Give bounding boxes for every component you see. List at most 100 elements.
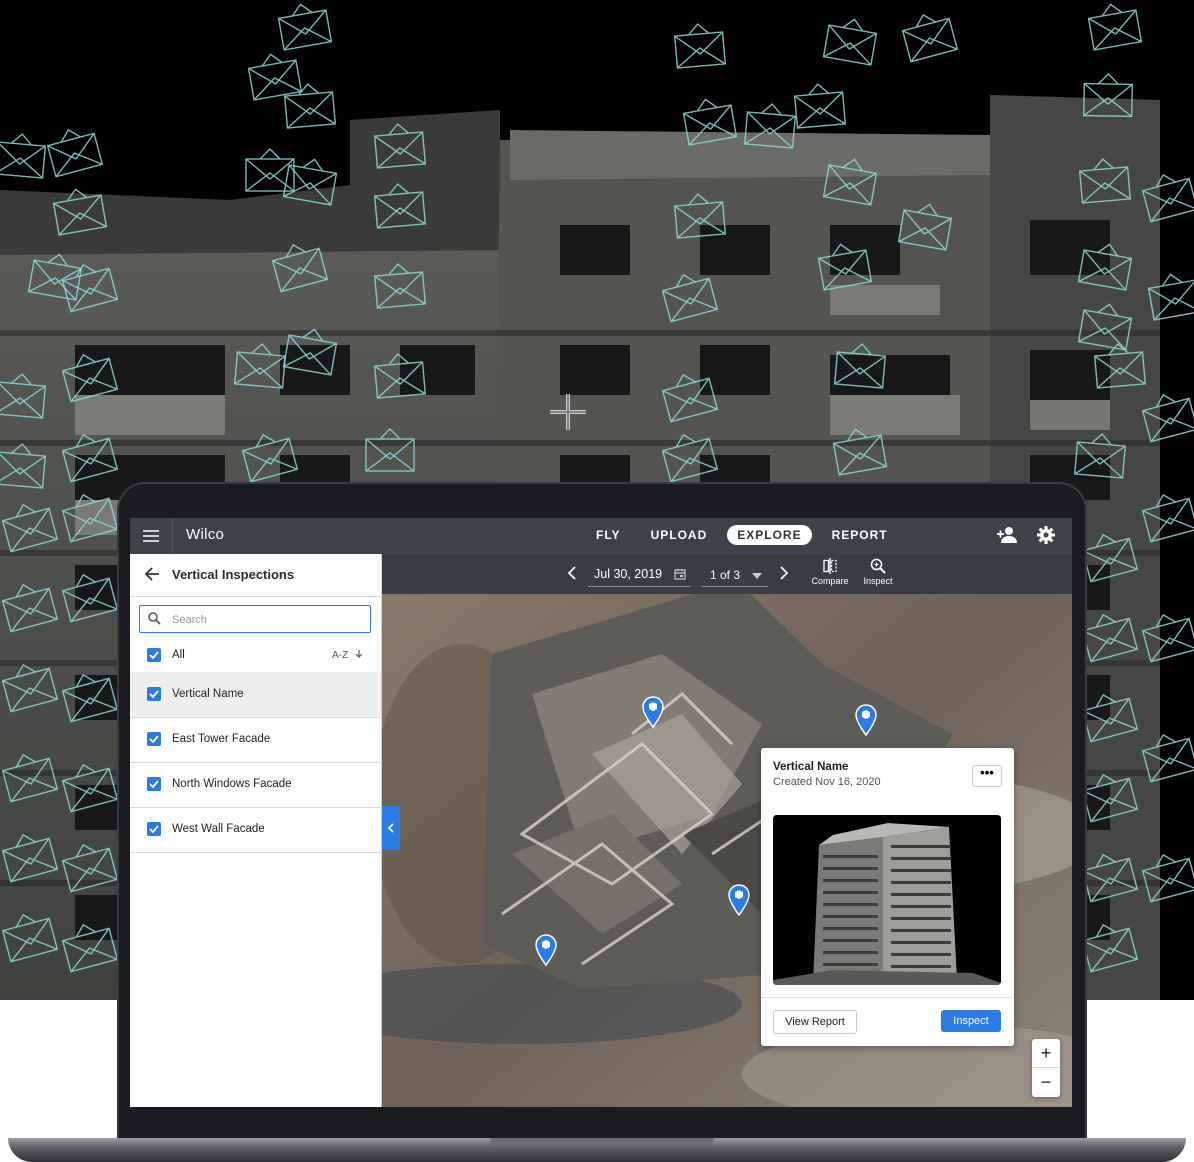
map-pin-icon[interactable] xyxy=(641,696,665,728)
camera-frustum-icon xyxy=(373,123,427,169)
camera-frustum-icon xyxy=(1141,853,1194,903)
chevron-left-icon[interactable] xyxy=(566,566,578,580)
checkbox-check-icon xyxy=(149,651,159,660)
checkbox-check-icon xyxy=(149,735,159,744)
camera-frustum-icon xyxy=(1,583,59,633)
list-item[interactable]: West Wall Facade xyxy=(130,807,381,853)
list-item-label: North Windows Facade xyxy=(172,778,292,790)
map-pin-icon[interactable] xyxy=(854,704,878,736)
camera-frustum-icon xyxy=(1087,3,1143,51)
camera-frustum-icon xyxy=(373,263,427,309)
compare-icon xyxy=(823,558,837,574)
compare-button[interactable]: Compare xyxy=(810,558,850,586)
camera-frustum-icon xyxy=(247,53,303,101)
facade-thumbnail xyxy=(773,815,1001,985)
app-name: Wilco xyxy=(186,526,225,543)
app-screen: Wilco FLY UPLOAD EXPLORE REPORT Vertical… xyxy=(130,518,1072,1107)
camera-frustum-icon xyxy=(61,923,119,973)
inspect-icon xyxy=(870,558,886,574)
camera-frustum-icon xyxy=(1081,923,1139,973)
inspection-card: Vertical Name Created Nov 16, 2020 ••• V xyxy=(761,748,1014,1046)
more-options-button[interactable]: ••• xyxy=(972,765,1002,787)
camera-frustum-icon xyxy=(61,843,119,893)
checkbox-check-icon xyxy=(149,690,159,699)
camera-frustum-icon xyxy=(61,763,119,813)
inspect-tool-button[interactable]: Inspect xyxy=(860,558,896,586)
camera-frustum-icon xyxy=(61,673,119,723)
zoom-out-button[interactable]: − xyxy=(1032,1068,1060,1096)
item-checkbox[interactable] xyxy=(147,732,161,746)
sort-arrow-icon xyxy=(355,650,363,658)
item-checkbox[interactable] xyxy=(147,822,161,836)
camera-frustum-icon xyxy=(1141,173,1194,223)
list-item[interactable]: Vertical Name xyxy=(130,672,381,718)
camera-frustum-icon xyxy=(233,343,287,389)
camera-frustum-icon xyxy=(1081,693,1139,743)
panel-title: Vertical Inspections xyxy=(172,567,295,582)
camera-frustum-icon xyxy=(1077,243,1133,291)
inspect-button[interactable]: Inspect xyxy=(941,1010,1001,1032)
capture-selector[interactable]: 1 of 3 xyxy=(702,564,768,587)
camera-frustum-icon xyxy=(1141,733,1194,783)
camera-frustum-icon xyxy=(46,128,104,178)
search-field[interactable] xyxy=(139,605,371,633)
search-input[interactable] xyxy=(170,610,364,630)
zoom-in-button[interactable]: + xyxy=(1032,1039,1060,1068)
camera-frustum-icon xyxy=(1083,73,1133,118)
caret-down-icon xyxy=(752,573,762,579)
camera-frustum-icon xyxy=(1141,393,1194,443)
camera-frustum-icon xyxy=(673,23,727,69)
menu-icon xyxy=(143,530,159,542)
camera-frustum-icon xyxy=(793,83,847,129)
date-picker[interactable]: Jul 30, 2019 xyxy=(588,564,690,587)
camera-frustum-icon xyxy=(833,343,887,389)
camera-frustum-icon xyxy=(1081,613,1139,663)
panel-header: Vertical Inspections xyxy=(130,554,381,597)
tab-report[interactable]: REPORT xyxy=(822,525,898,545)
camera-frustum-icon xyxy=(1081,773,1139,823)
laptop-notch xyxy=(490,1138,714,1146)
camera-frustum-icon xyxy=(897,203,953,251)
camera-frustum-icon xyxy=(661,433,719,483)
date-value: Jul 30, 2019 xyxy=(594,567,663,581)
camera-frustum-icon xyxy=(283,83,337,129)
camera-frustum-icon xyxy=(245,148,295,192)
camera-frustum-icon xyxy=(1073,433,1127,479)
camera-frustum-icon xyxy=(1078,158,1132,204)
back-arrow-icon[interactable] xyxy=(144,566,160,582)
camera-frustum-icon xyxy=(1141,613,1194,663)
gear-icon[interactable] xyxy=(1036,525,1056,545)
chevron-right-icon[interactable] xyxy=(778,566,790,580)
item-checkbox[interactable] xyxy=(147,777,161,791)
menu-button[interactable] xyxy=(130,518,173,554)
collapse-panel-button[interactable] xyxy=(382,806,400,850)
tab-upload[interactable]: UPLOAD xyxy=(641,525,718,545)
item-checkbox[interactable] xyxy=(147,687,161,701)
camera-frustum-icon xyxy=(1,503,59,553)
view-report-button[interactable]: View Report xyxy=(773,1010,857,1034)
camera-frustum-icon xyxy=(61,353,119,403)
compare-label: Compare xyxy=(811,576,849,586)
camera-frustum-icon xyxy=(661,273,719,323)
map-toolbar: Jul 30, 2019 1 of 3 Compare Inspect xyxy=(382,554,1072,594)
list-item[interactable]: North Windows Facade xyxy=(130,762,381,808)
tab-fly[interactable]: FLY xyxy=(586,525,631,545)
select-all-row[interactable]: All A-Z xyxy=(130,638,381,673)
search-icon xyxy=(148,612,161,625)
tab-explore[interactable]: EXPLORE xyxy=(727,525,812,545)
card-divider xyxy=(761,997,1014,998)
sort-control[interactable]: A-Z xyxy=(332,649,364,661)
select-all-checkbox[interactable] xyxy=(147,648,161,662)
camera-frustum-icon xyxy=(52,188,108,236)
add-user-icon[interactable] xyxy=(996,525,1018,545)
camera-frustum-icon xyxy=(1081,533,1139,583)
camera-frustum-icon xyxy=(661,373,719,423)
map-pin-icon[interactable] xyxy=(534,934,558,966)
camera-frustum-icon xyxy=(373,353,427,399)
map-view[interactable]: Jul 30, 2019 1 of 3 Compare Inspect Vert… xyxy=(382,554,1072,1107)
map-pin-icon[interactable] xyxy=(727,884,751,916)
camera-frustum-icon xyxy=(822,158,878,206)
list-item-label: West Wall Facade xyxy=(172,823,265,835)
tower-thumbnail-image xyxy=(773,815,1001,985)
list-item[interactable]: East Tower Facade xyxy=(130,717,381,763)
